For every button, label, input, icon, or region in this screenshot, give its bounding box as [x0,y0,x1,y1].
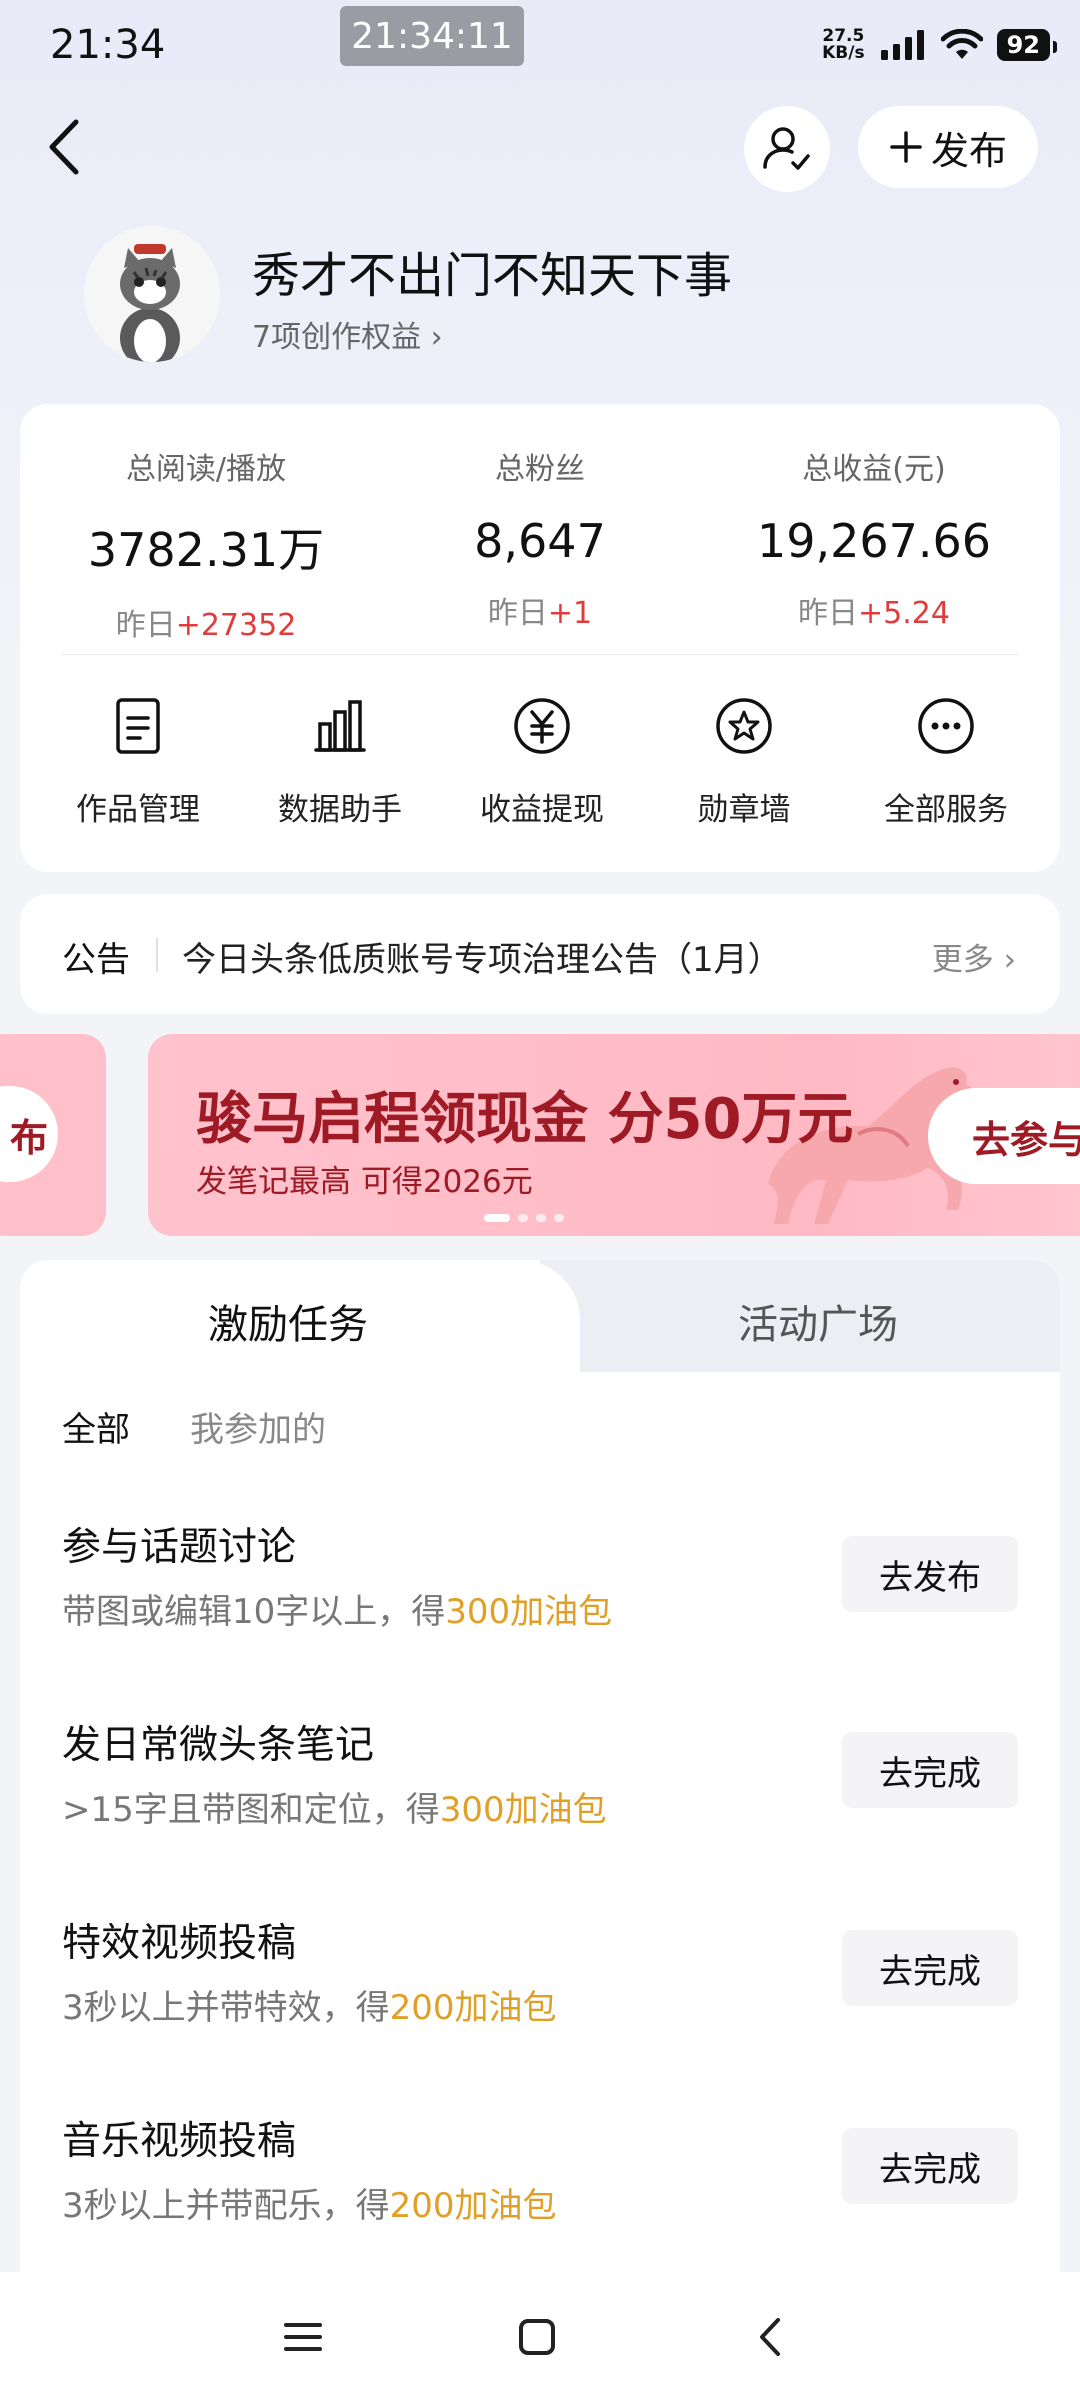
stat-delta: 昨日+27352 [115,608,297,643]
notice-tag: 公告 [62,940,130,980]
tab-incentive-tasks[interactable]: 激励任务 [208,1292,368,1350]
service-label: 收益提现 [480,792,604,828]
task-action-button[interactable]: 去发布 [842,1536,1018,1612]
menu-icon[interactable] [278,2312,328,2362]
chevron-left-icon [49,119,79,175]
stat-total-reads[interactable]: 总阅读/播放 3782.31万 昨日+27352 [36,444,376,644]
task-title: 音乐视频投稿 [62,2119,297,2164]
service-all-services[interactable]: 全部服务 [846,694,1046,829]
stat-label: 总粉丝 [495,452,585,487]
task-reward: 200加油包 [389,2186,557,2226]
stat-label: 总收益(元) [802,452,946,487]
status-center-clock: 21:34:11 [340,6,524,66]
task-reward: 200加油包 [389,1988,557,2028]
tab-activity-plaza[interactable]: 活动广场 [738,1292,898,1350]
task-desc: 3秒以上并带配乐，得200加油包 [62,2186,557,2226]
stats-card: 总阅读/播放 3782.31万 昨日+27352 总粉丝 8,647 昨日+1 … [20,404,1060,872]
task-title: 发日常微头条笔记 [62,1723,375,1768]
stat-total-fans[interactable]: 总粉丝 8,647 昨日+1 [370,444,710,632]
service-data-assistant[interactable]: 数据助手 [240,694,440,829]
battery-indicator: 92 [996,29,1058,61]
back-nav-icon[interactable] [746,2312,796,2362]
stat-value: 3782.31万 [87,523,325,577]
stat-delta: 昨日+1 [487,596,593,631]
stat-value: 19,267.66 [756,514,992,568]
user-name: 秀才不出门不知天下事 [252,248,733,304]
service-medal-wall[interactable]: 勋章墙 [644,694,844,829]
wifi-icon [940,29,983,59]
carousel-dot [518,1214,528,1222]
banner-join-button[interactable]: 去参与 [928,1088,1080,1184]
filter-all[interactable]: 全部 [62,1402,130,1451]
tasks-card: 激励任务 活动广场 全部 我参加的 参与话题讨论 带图或编辑10字以上，得300… [20,1260,1060,2272]
promo-banner[interactable]: 骏马启程领现金 分50万元 发笔记最高 可得2026元 去参与 [148,1034,1080,1236]
more-dots-icon [918,698,974,754]
notice-text[interactable]: 今日头条低质账号专项治理公告（1月） [182,932,782,981]
carousel-indicator [484,1214,564,1222]
banner-title: 骏马启程领现金 分50万元 [196,1087,854,1152]
service-label: 全部服务 [884,792,1008,828]
card-divider [62,654,1018,655]
task-action-button[interactable]: 去完成 [842,2128,1018,2204]
system-nav-bar [0,2272,1080,2400]
chevron-right-icon: › [1003,942,1016,978]
task-desc: 3秒以上并带特效，得200加油包 [62,1988,557,2028]
task-action-button[interactable]: 去完成 [842,1732,1018,1808]
creator-perks-link[interactable]: 7项创作权益 › [252,312,443,356]
home-icon[interactable] [512,2312,562,2362]
document-icon [116,698,160,754]
task-desc: >15字且带图和定位，得300加油包 [62,1790,607,1830]
plus-icon [890,131,922,163]
service-label: 勋章墙 [697,792,791,828]
notice-bar[interactable]: 公告 今日头条低质账号专项治理公告（1月） 更多 › [20,894,1060,1014]
publish-label: 发布 [930,128,1007,173]
service-label: 数据助手 [278,792,402,828]
status-time: 21:34 [50,22,166,68]
carousel-dot [536,1214,546,1222]
bar-chart-icon [314,700,366,752]
avatar[interactable] [84,226,220,362]
chevron-right-icon: › [430,320,443,355]
signal-icon [880,30,924,60]
medal-star-icon [716,698,772,754]
stat-total-earnings[interactable]: 总收益(元) 19,267.66 昨日+5.24 [704,444,1044,632]
task-title: 特效视频投稿 [62,1921,297,1966]
task-title: 参与话题讨论 [62,1525,297,1570]
yuan-coin-icon [514,698,570,754]
publish-button[interactable]: 发布 [858,106,1038,188]
status-icons: 27.5 KB/s 92 [822,26,1058,63]
service-earnings-withdraw[interactable]: 收益提现 [442,694,642,829]
user-check-icon [763,127,810,170]
account-switch-button[interactable] [744,106,830,192]
task-desc: 带图或编辑10字以上，得300加油包 [62,1592,613,1632]
back-button[interactable] [40,112,90,182]
stat-value: 8,647 [474,514,606,568]
banner-subtitle: 发笔记最高 可得2026元 [196,1164,533,1200]
carousel-dot [554,1214,564,1222]
task-reward: 300加油包 [439,1790,607,1830]
cat-avatar-icon [84,226,220,362]
notice-divider [156,938,158,972]
task-action-button[interactable]: 去完成 [842,1930,1018,2006]
task-reward: 300加油包 [445,1592,613,1632]
service-label: 作品管理 [76,792,200,828]
service-works-management[interactable]: 作品管理 [38,694,238,829]
stat-label: 总阅读/播放 [125,452,287,487]
carousel-dot [484,1214,510,1222]
stat-delta: 昨日+5.24 [798,596,950,631]
notice-more-link[interactable]: 更多 › [932,934,1016,979]
net-speed: 27.5 KB/s [822,26,865,63]
filter-joined[interactable]: 我参加的 [190,1402,326,1451]
creator-perks-label: 7项创作权益 [252,320,422,355]
